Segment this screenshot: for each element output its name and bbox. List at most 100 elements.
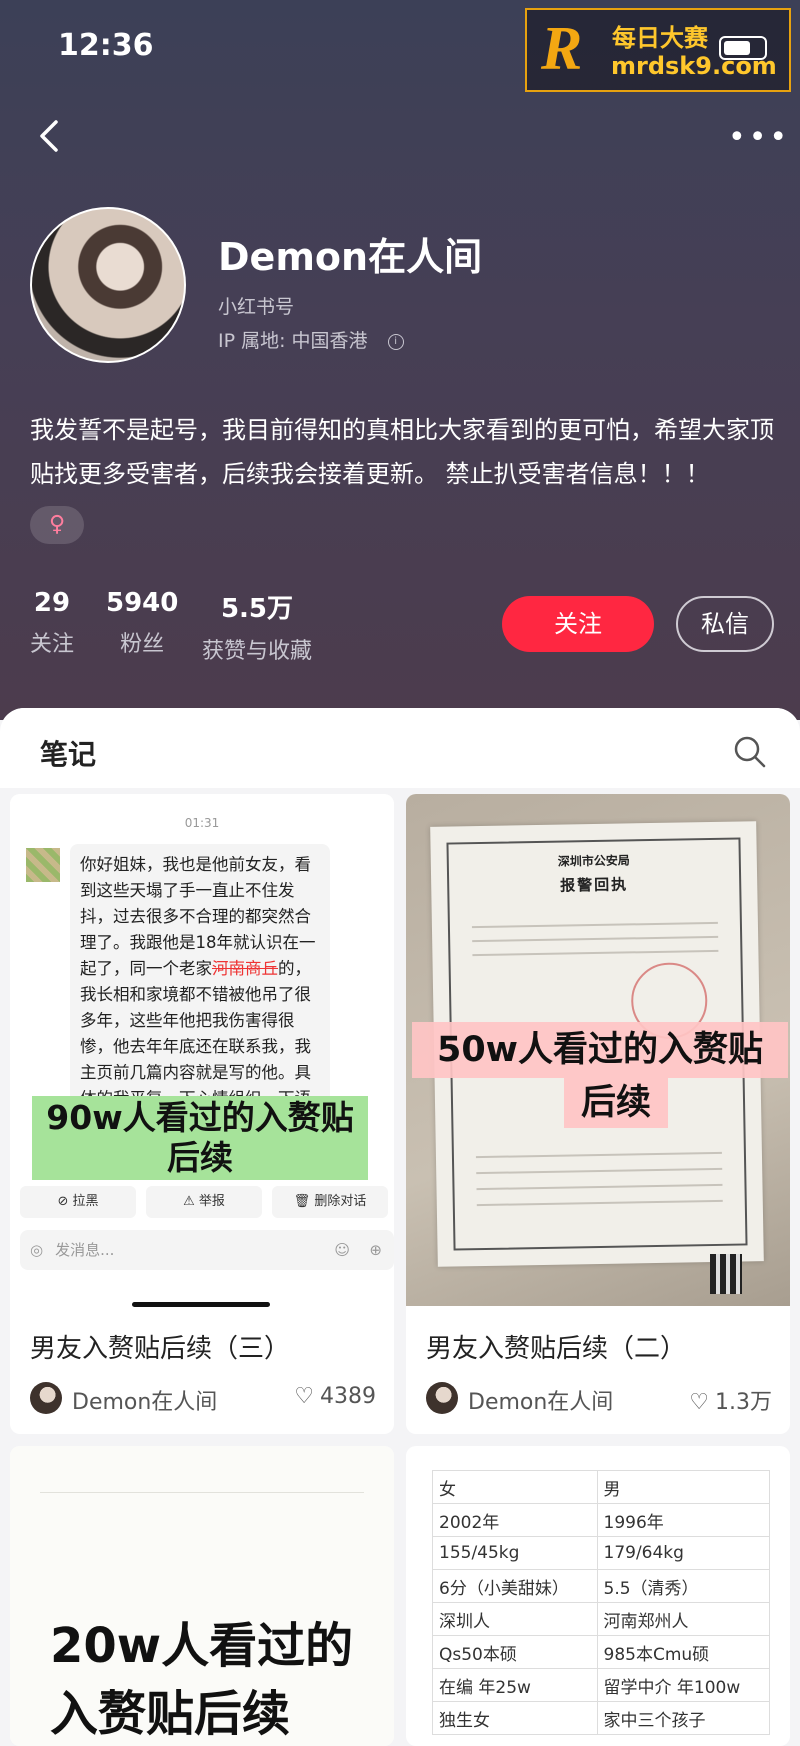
heart-icon: ♡ bbox=[689, 1390, 709, 1415]
note-card[interactable]: 深圳市公安局 报警回执 50w人看过的入赘贴 后续 男友入赘贴后续（二） Dem… bbox=[406, 794, 790, 1434]
more-dots-icon: ••• bbox=[728, 120, 791, 155]
report-action: ⚠ 举报 bbox=[146, 1186, 262, 1218]
cover-banner: 后续 bbox=[564, 1078, 668, 1128]
like-count: 4389 bbox=[320, 1384, 376, 1409]
paper-rule bbox=[40, 1492, 364, 1493]
table-cell: 男 bbox=[596, 1470, 770, 1504]
table-cell: 1996年 bbox=[596, 1503, 770, 1537]
table-cell: 女 bbox=[432, 1470, 598, 1504]
stat-value: 29 bbox=[33, 588, 71, 618]
table-cell: 家中三个孩子 bbox=[596, 1701, 770, 1735]
note-cover-text: 20w人看过的 入赘贴后续 bbox=[10, 1446, 394, 1746]
delete-chat-action: 🗑 删除对话 bbox=[272, 1186, 388, 1218]
note-card[interactable]: 20w人看过的 入赘贴后续 bbox=[10, 1446, 394, 1746]
author-avatar bbox=[426, 1382, 458, 1414]
follow-button[interactable]: 关注 bbox=[502, 596, 654, 652]
table-cell: Qs50本硕 bbox=[432, 1635, 598, 1669]
block-action: ⊘ 拉黑 bbox=[20, 1186, 136, 1218]
table-cell: 河南郑州人 bbox=[596, 1602, 770, 1636]
table-cell: 独生女 bbox=[432, 1701, 598, 1735]
notes-tab-bar bbox=[0, 708, 800, 788]
action-label: 举报 bbox=[198, 1194, 225, 1209]
cover-text-line: 20w人看过的 bbox=[50, 1618, 354, 1674]
search-icon[interactable] bbox=[732, 734, 768, 770]
table-cell: 在编 年25w bbox=[432, 1668, 598, 1702]
cover-banner: 50w人看过的入赘贴 bbox=[412, 1022, 788, 1078]
stat-likes-collects[interactable]: 5.5万 获赞与收藏 bbox=[202, 588, 312, 665]
note-cover-document: 深圳市公安局 报警回执 50w人看过的入赘贴 后续 bbox=[406, 794, 790, 1306]
heart-icon: ♡ bbox=[294, 1384, 314, 1409]
ip-location: IP 属地: 中国香港 i bbox=[218, 326, 404, 353]
watermark-text: 每日大赛 bbox=[612, 24, 708, 52]
stat-following[interactable]: 29 关注 bbox=[30, 588, 74, 658]
tab-notes[interactable]: 笔记 bbox=[40, 733, 96, 773]
comparison-table: 女男 2002年 1996年 155/45kg 179/64kg 6分（小美甜妹） 5.5（… bbox=[432, 1470, 770, 1735]
table-cell: 深圳人 bbox=[432, 1602, 598, 1636]
action-label: 拉黑 bbox=[72, 1194, 99, 1209]
author-avatar bbox=[30, 1382, 62, 1414]
chat-input-placeholder: 发消息... bbox=[55, 1241, 115, 1259]
cover-banner-line: 90w人看过的入赘贴 bbox=[46, 1098, 354, 1137]
like-button[interactable]: ♡ 4389 bbox=[294, 1384, 376, 1409]
ip-location-text: IP 属地: 中国香港 bbox=[218, 330, 368, 352]
chat-input: ◎ 发消息... ☺ ⊕ bbox=[20, 1230, 394, 1270]
table-cell: 留学中介 年100w bbox=[596, 1668, 770, 1702]
note-title: 男友入赘贴后续（二） bbox=[426, 1334, 687, 1364]
table-row: 2002年 1996年 bbox=[432, 1503, 770, 1537]
note-title: 男友入赘贴后续（三） bbox=[30, 1334, 291, 1364]
note-card[interactable]: 女男 2002年 1996年 155/45kg 179/64kg 6分（小美甜妹） 5.5（… bbox=[406, 1446, 790, 1746]
note-cover-chat: 01:31 你好姐妹，我也是他前女友，看到这些天塌了手一直止不住发抖，过去很多不… bbox=[10, 794, 394, 1314]
cover-text: 20w人看过的 入赘贴后续 bbox=[50, 1612, 353, 1746]
more-button[interactable]: ••• bbox=[728, 120, 790, 155]
account-id-label: 小红书号 bbox=[218, 296, 295, 318]
author-name: Demon在人间 bbox=[468, 1390, 614, 1415]
table-row: 独生女 家中三个孩子 bbox=[432, 1701, 770, 1735]
block-icon: ⊘ bbox=[57, 1194, 73, 1209]
back-button[interactable] bbox=[30, 116, 70, 156]
like-button[interactable]: ♡ 1.3万 bbox=[689, 1384, 772, 1416]
profile-bio: 我发誓不是起号，我目前得知的真相比大家看到的更可怕，希望大家顶贴找更多受害者，后… bbox=[30, 416, 774, 488]
table-cell: 179/64kg bbox=[596, 1536, 770, 1570]
action-label: 删除对话 bbox=[314, 1194, 367, 1209]
female-icon: ♀ bbox=[30, 506, 84, 544]
table-row: 深圳人 河南郑州人 bbox=[432, 1602, 770, 1636]
watermark-letter: R bbox=[541, 15, 583, 83]
note-card[interactable]: 01:31 你好姐妹，我也是他前女友，看到这些天塌了手一直止不住发抖，过去很多不… bbox=[10, 794, 394, 1434]
battery-icon bbox=[719, 36, 767, 60]
profile-avatar[interactable] bbox=[30, 207, 186, 363]
home-indicator bbox=[132, 1302, 270, 1307]
watermark-logo: R 每日大赛 mrdsk9.com bbox=[525, 8, 791, 92]
cover-banner: 90w人看过的入赘贴 后续 bbox=[32, 1096, 368, 1180]
table-cell: 155/45kg bbox=[432, 1536, 598, 1570]
stat-value: 5.5万 bbox=[220, 594, 294, 624]
table-row: 155/45kg 179/64kg bbox=[432, 1536, 770, 1570]
info-icon[interactable]: i bbox=[387, 333, 404, 350]
table-cell: 6分（小美甜妹） bbox=[432, 1569, 598, 1603]
chat-message-strike: 河南商丘 bbox=[212, 959, 278, 978]
like-count: 1.3万 bbox=[715, 1390, 772, 1415]
emoji-icon: ☺ bbox=[334, 1241, 350, 1259]
message-button[interactable]: 私信 bbox=[676, 596, 774, 652]
chat-avatar-blurred bbox=[26, 848, 60, 882]
profile-name: Demon在人间 bbox=[218, 235, 483, 279]
stat-label: 关注 bbox=[30, 632, 75, 657]
qr-code-blurred bbox=[710, 1254, 742, 1294]
table-row: 女男 bbox=[432, 1470, 770, 1504]
author-name: Demon在人间 bbox=[72, 1390, 218, 1415]
table-row: 6分（小美甜妹） 5.5（清秀） bbox=[432, 1569, 770, 1603]
table-cell: 2002年 bbox=[432, 1503, 598, 1537]
table-cell: 985本Cmu硕 bbox=[596, 1635, 770, 1669]
stat-followers[interactable]: 5940 粉丝 bbox=[106, 588, 178, 658]
stat-label: 粉丝 bbox=[120, 632, 165, 657]
voice-icon: ◎ bbox=[30, 1241, 44, 1259]
chat-time: 01:31 bbox=[184, 816, 220, 830]
cover-banner-line: 后续 bbox=[167, 1138, 233, 1177]
status-time: 12:36 bbox=[58, 28, 154, 63]
trash-icon: 🗑 bbox=[293, 1194, 315, 1209]
table-row: 在编 年25w 留学中介 年100w bbox=[432, 1668, 770, 1702]
stat-label: 获赞与收藏 bbox=[202, 639, 313, 664]
cover-text-line: 入赘贴后续 bbox=[50, 1686, 291, 1742]
chevron-left-icon bbox=[40, 120, 58, 152]
warning-icon: ⚠ bbox=[183, 1194, 199, 1209]
stat-value: 5940 bbox=[106, 588, 179, 618]
